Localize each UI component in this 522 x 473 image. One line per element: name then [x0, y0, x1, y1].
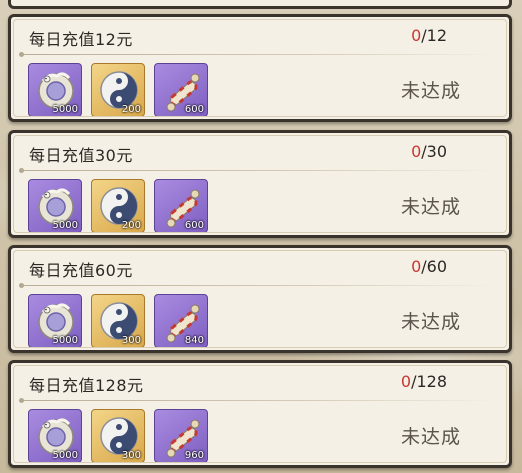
progress-counter: 0/12 — [411, 26, 447, 45]
reward-list: 5000 300 840 — [28, 294, 208, 348]
recharge-card: 每日充值12元 0/12 5000 200 600 未达成 — [8, 14, 512, 122]
reward-item[interactable]: 300 — [91, 294, 145, 348]
status-label: 未达成 — [400, 426, 461, 448]
reward-item[interactable]: 5000 — [28, 63, 82, 117]
reward-list: 5000 200 600 — [28, 179, 208, 233]
reward-quantity: 5000 — [52, 104, 78, 115]
progress-current: 0 — [400, 372, 412, 391]
reward-quantity: 840 — [184, 335, 204, 346]
progress-counter: 0/60 — [411, 257, 447, 276]
reward-list: 5000 300 960 — [28, 409, 208, 463]
recharge-card: 每日充值128元 0/128 5000 300 960 未达成 — [8, 360, 512, 468]
reward-item[interactable]: 5000 — [28, 409, 82, 463]
progress-target: /12 — [421, 26, 447, 45]
progress-counter: 0/128 — [401, 372, 447, 391]
reward-item[interactable]: 5000 — [28, 294, 82, 348]
reward-item[interactable]: 200 — [91, 179, 145, 233]
reward-quantity: 200 — [121, 104, 141, 115]
reward-list: 5000 200 600 — [28, 63, 208, 117]
reward-item[interactable]: 600 — [154, 63, 208, 117]
card-title: 每日充值30元 — [29, 146, 133, 165]
divider — [19, 52, 499, 57]
reward-quantity: 5000 — [52, 220, 78, 231]
reward-item[interactable]: 600 — [154, 179, 208, 233]
recharge-card: 每日充值60元 0/60 5000 300 840 未达成 — [8, 245, 512, 353]
reward-quantity: 5000 — [52, 450, 78, 461]
progress-current: 0 — [411, 142, 422, 161]
progress-target: /30 — [421, 142, 447, 161]
reward-quantity: 300 — [121, 335, 141, 346]
status-label: 未达成 — [400, 196, 461, 218]
progress-target: /128 — [411, 372, 447, 391]
reward-item[interactable]: 200 — [91, 63, 145, 117]
card-title: 每日充值12元 — [29, 30, 133, 49]
card-title: 每日充值128元 — [29, 376, 144, 395]
reward-quantity: 600 — [184, 220, 204, 231]
reward-item[interactable]: 5000 — [28, 179, 82, 233]
status-label: 未达成 — [400, 80, 461, 102]
progress-counter: 0/30 — [411, 142, 447, 161]
progress-target: /60 — [421, 257, 447, 276]
divider — [19, 398, 499, 403]
reward-quantity: 600 — [184, 104, 204, 115]
divider — [19, 283, 499, 288]
card-title: 每日充值60元 — [29, 261, 133, 280]
reward-quantity: 200 — [121, 220, 141, 231]
progress-current: 0 — [411, 26, 422, 45]
reward-quantity: 5000 — [52, 335, 78, 346]
reward-quantity: 300 — [121, 450, 141, 461]
status-label: 未达成 — [400, 311, 461, 333]
reward-quantity: 960 — [184, 450, 204, 461]
divider — [19, 168, 499, 173]
recharge-card: 每日充值30元 0/30 5000 200 600 未达成 — [8, 130, 512, 238]
previous-card-edge — [8, 0, 512, 9]
reward-item[interactable]: 840 — [154, 294, 208, 348]
reward-item[interactable]: 300 — [91, 409, 145, 463]
reward-item[interactable]: 960 — [154, 409, 208, 463]
progress-current: 0 — [411, 257, 422, 276]
